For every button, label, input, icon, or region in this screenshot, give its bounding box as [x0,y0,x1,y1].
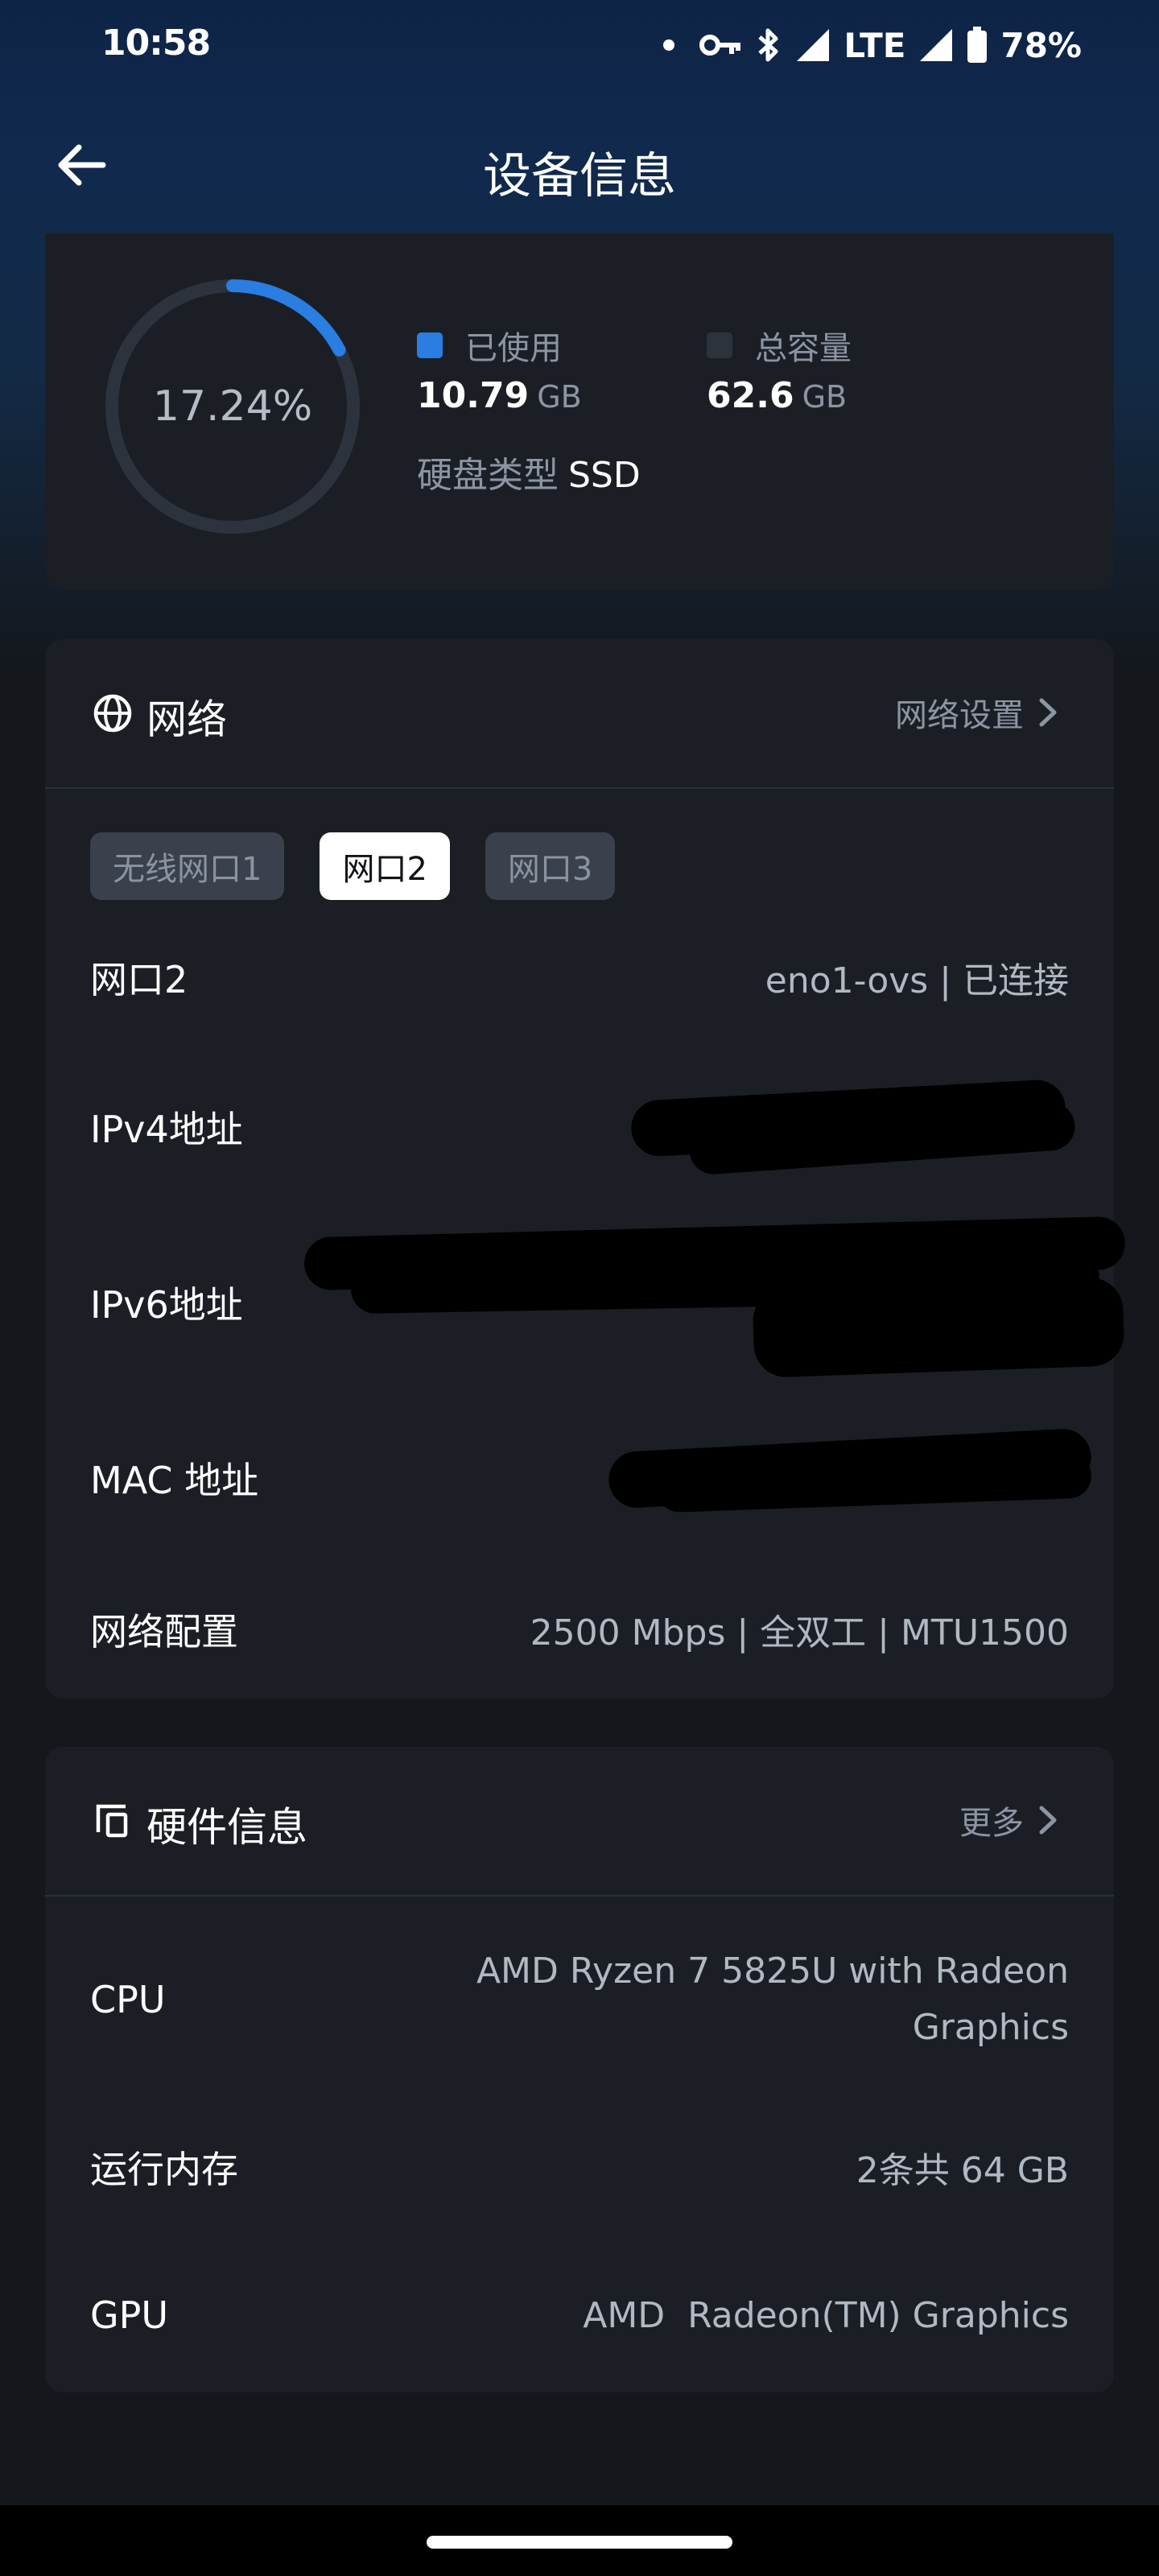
port-value: eno1-ovs | 已连接 [765,960,1069,1001]
hardware-card-header: 硬件信息 更多 [45,1747,1114,1897]
app-bar: 设备信息 [0,113,1159,217]
page-title: 设备信息 [483,148,676,204]
signal-icon-2 [920,29,953,61]
tab-wireless-port-1[interactable]: 无线网口1 [90,832,285,900]
chevron-right-icon [1039,1806,1057,1835]
tab-port-3[interactable]: 网口3 [485,832,616,900]
network-title: 网络 [146,696,227,743]
ipv4-label: IPv4地址 [90,1108,243,1151]
chevron-right-icon [1039,698,1057,727]
gpu-label: GPU [90,2293,169,2337]
mac-label: MAC 地址 [90,1459,259,1502]
disk-type-label: 硬盘类型 [417,455,559,496]
total-value-block: 62.6 GB [707,375,852,416]
used-swatch [417,332,443,358]
hardware-more-label: 更多 [959,1805,1024,1842]
cpu-label: CPU [90,1978,166,2021]
used-value-block: 10.79 GB [417,375,582,416]
memory-label: 运行内存 [90,2148,238,2191]
storage-card: 17.24% 已使用 10.79 GB 总容量 62.6 GB 硬盘类型 SSD [45,233,1114,589]
gpu-row: GPU AMD Radeon(TM) Graphics [90,2283,1069,2347]
home-indicator[interactable] [427,2536,732,2549]
port-tabs: 无线网口1 网口2 网口3 [90,832,616,900]
network-config-label: 网络配置 [90,1610,238,1653]
signal-icon [797,29,830,61]
total-swatch [707,332,732,358]
vpn-key-icon [699,35,741,56]
tab-port-2[interactable]: 网口2 [320,832,450,900]
memory-row: 运行内存 2条共 64 GB [90,2135,1069,2199]
network-card: 网络 网络设置 无线网口1 网口2 网口3 网口2 eno1-ovs | 已连接… [45,639,1126,1699]
globe-icon [93,694,132,733]
total-value: 62.6 [707,375,794,416]
total-label: 总容量 [755,330,852,367]
used-value: 10.79 [417,375,530,416]
gpu-value: AMD Radeon(TM) Graphics [583,2294,1069,2336]
network-settings-label: 网络设置 [895,697,1024,734]
network-config-row: 网络配置 2500 Mbps | 全双工 | MTU1500 [90,1597,1069,1662]
port-label: 网口2 [90,958,188,1001]
cpu-value-line-1: AMD Ryzen 7 5825U with Radeon [476,1951,1069,1992]
bluetooth-icon [758,28,778,62]
storage-percent: 17.24% [152,382,313,431]
network-type-label: LTE [843,25,906,65]
status-icons: LTE 78% [663,21,1082,69]
used-unit: GB [537,379,582,415]
network-card-header: 网络 网络设置 [45,639,1114,789]
legend-total: 总容量 62.6 GB [707,322,852,416]
network-settings-link[interactable]: 网络设置 [895,689,1058,736]
cpu-value: AMD Ryzen 7 5825U with Radeon Graphics [476,1943,1069,2056]
legend-used: 已使用 10.79 GB [417,322,582,416]
total-unit: GB [802,379,848,415]
disk-type-value: SSD [568,455,641,496]
hardware-more-link[interactable]: 更多 [959,1797,1058,1843]
memory-value: 2条共 64 GB [856,2150,1069,2191]
battery-percent: 78% [1000,25,1082,65]
ipv6-label: IPv6地址 [90,1283,243,1327]
battery-icon [967,27,988,63]
status-time: 10:58 [101,23,211,64]
ipv6-redaction-3 [752,1277,1125,1378]
network-config-value: 2500 Mbps | 全双工 | MTU1500 [530,1612,1069,1653]
port-status-row: 网口2 eno1-ovs | 已连接 [90,945,1069,1009]
devices-icon [96,1804,128,1838]
hardware-title: 硬件信息 [146,1804,307,1851]
storage-usage-ring: 17.24% [100,274,365,539]
hardware-card: 硬件信息 更多 CPU AMD Ryzen 7 5825U with Radeo… [45,1747,1114,2392]
status-bar: 10:58 LTE 78% [0,0,1159,90]
notification-dot-icon [663,39,675,51]
used-label: 已使用 [465,330,562,367]
cpu-value-line-2: Graphics [912,2007,1069,2048]
cpu-row: CPU AMD Ryzen 7 5825U with Radeon Graphi… [90,1943,1069,2056]
disk-type: 硬盘类型 SSD [417,446,641,497]
